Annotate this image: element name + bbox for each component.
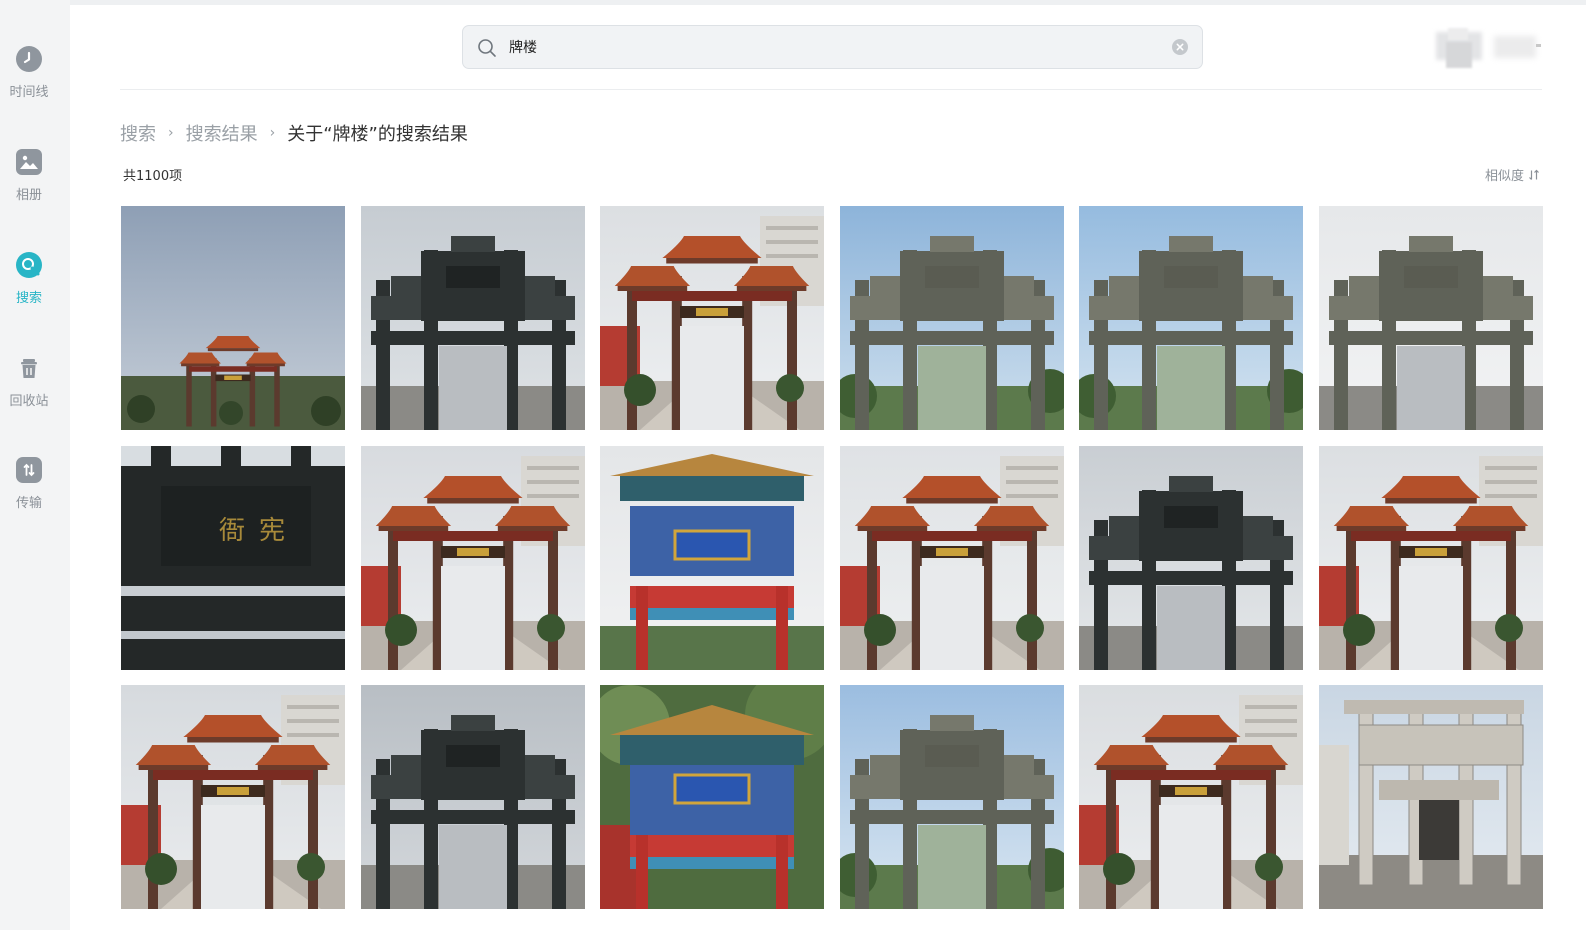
photo-thumbnail[interactable] — [1079, 685, 1304, 910]
chevron-right-icon: › — [269, 125, 276, 141]
sort-by-similarity-button[interactable]: 相似度 — [1485, 165, 1540, 184]
photo-thumbnail[interactable] — [121, 685, 345, 910]
sidebar-item-label: 回收站 — [9, 394, 49, 409]
photo-thumbnail[interactable] — [121, 206, 345, 430]
photo-thumbnail[interactable] — [360, 206, 585, 430]
avatar[interactable] — [1436, 28, 1482, 68]
sidebar-item-transfer[interactable]: 传输 — [0, 457, 58, 511]
clear-search-icon[interactable] — [1172, 39, 1188, 55]
photo-thumbnail[interactable] — [1318, 445, 1543, 670]
trash-icon — [16, 355, 42, 381]
sidebar-item-label: 搜索 — [15, 291, 42, 306]
sidebar: 时间线 相册 搜索 回收站 传输 — [0, 0, 70, 930]
photo-thumbnail[interactable] — [360, 685, 585, 910]
sidebar-item-search[interactable]: 搜索 — [0, 252, 58, 306]
photo-thumbnail[interactable]: 衙宪 — [121, 445, 345, 670]
photo-thumbnail[interactable] — [360, 445, 585, 670]
result-count: 共1100项 — [123, 169, 183, 184]
transfer-icon — [16, 457, 42, 483]
photo-thumbnail[interactable] — [600, 445, 825, 670]
breadcrumb: 搜索 › 搜索结果 › 关于“牌楼”的搜索结果 — [120, 120, 468, 146]
photo-thumbnail[interactable] — [839, 206, 1064, 430]
sidebar-item-label: 传输 — [15, 496, 42, 511]
search-input[interactable] — [509, 26, 1149, 68]
clock-icon — [16, 46, 42, 72]
search-icon — [16, 252, 42, 278]
sort-icon — [1529, 169, 1539, 180]
search-bar — [462, 25, 1203, 69]
svg-text:宪: 宪 — [259, 516, 285, 546]
breadcrumb-results[interactable]: 搜索结果 — [186, 120, 258, 146]
photo-thumbnail[interactable] — [600, 685, 825, 910]
photo-thumbnail[interactable] — [1318, 206, 1543, 430]
svg-text:衙: 衙 — [219, 516, 245, 546]
sidebar-item-timeline[interactable]: 时间线 — [0, 46, 58, 100]
photo-thumbnail[interactable] — [600, 206, 825, 430]
album-icon — [16, 149, 42, 175]
photo-thumbnail[interactable] — [1318, 685, 1543, 910]
chevron-down-icon[interactable] — [1536, 44, 1541, 47]
header-divider — [120, 89, 1542, 90]
sidebar-item-label: 时间线 — [9, 85, 49, 100]
chevron-right-icon: › — [168, 125, 174, 141]
sidebar-item-trash[interactable]: 回收站 — [0, 355, 58, 409]
photo-thumbnail[interactable] — [1079, 206, 1304, 430]
username-blurred[interactable] — [1494, 36, 1536, 58]
search-icon — [478, 39, 496, 57]
breadcrumb-search[interactable]: 搜索 — [120, 120, 156, 146]
photo-thumbnail[interactable] — [839, 445, 1064, 670]
sidebar-item-album[interactable]: 相册 — [0, 149, 58, 203]
photo-grid: 衙宪 — [121, 206, 1543, 910]
app-window: 时间线 相册 搜索 回收站 传输 牌楼 搜索 › 搜索结果 › 关于“牌楼”的搜… — [0, 0, 1586, 930]
photo-thumbnail[interactable] — [1079, 445, 1304, 670]
sort-label: 相似度 — [1484, 169, 1524, 184]
top-border — [70, 0, 1586, 5]
breadcrumb-current: 关于“牌楼”的搜索结果 — [287, 124, 468, 145]
sidebar-item-label: 相册 — [15, 188, 42, 203]
photo-thumbnail[interactable] — [839, 685, 1064, 910]
